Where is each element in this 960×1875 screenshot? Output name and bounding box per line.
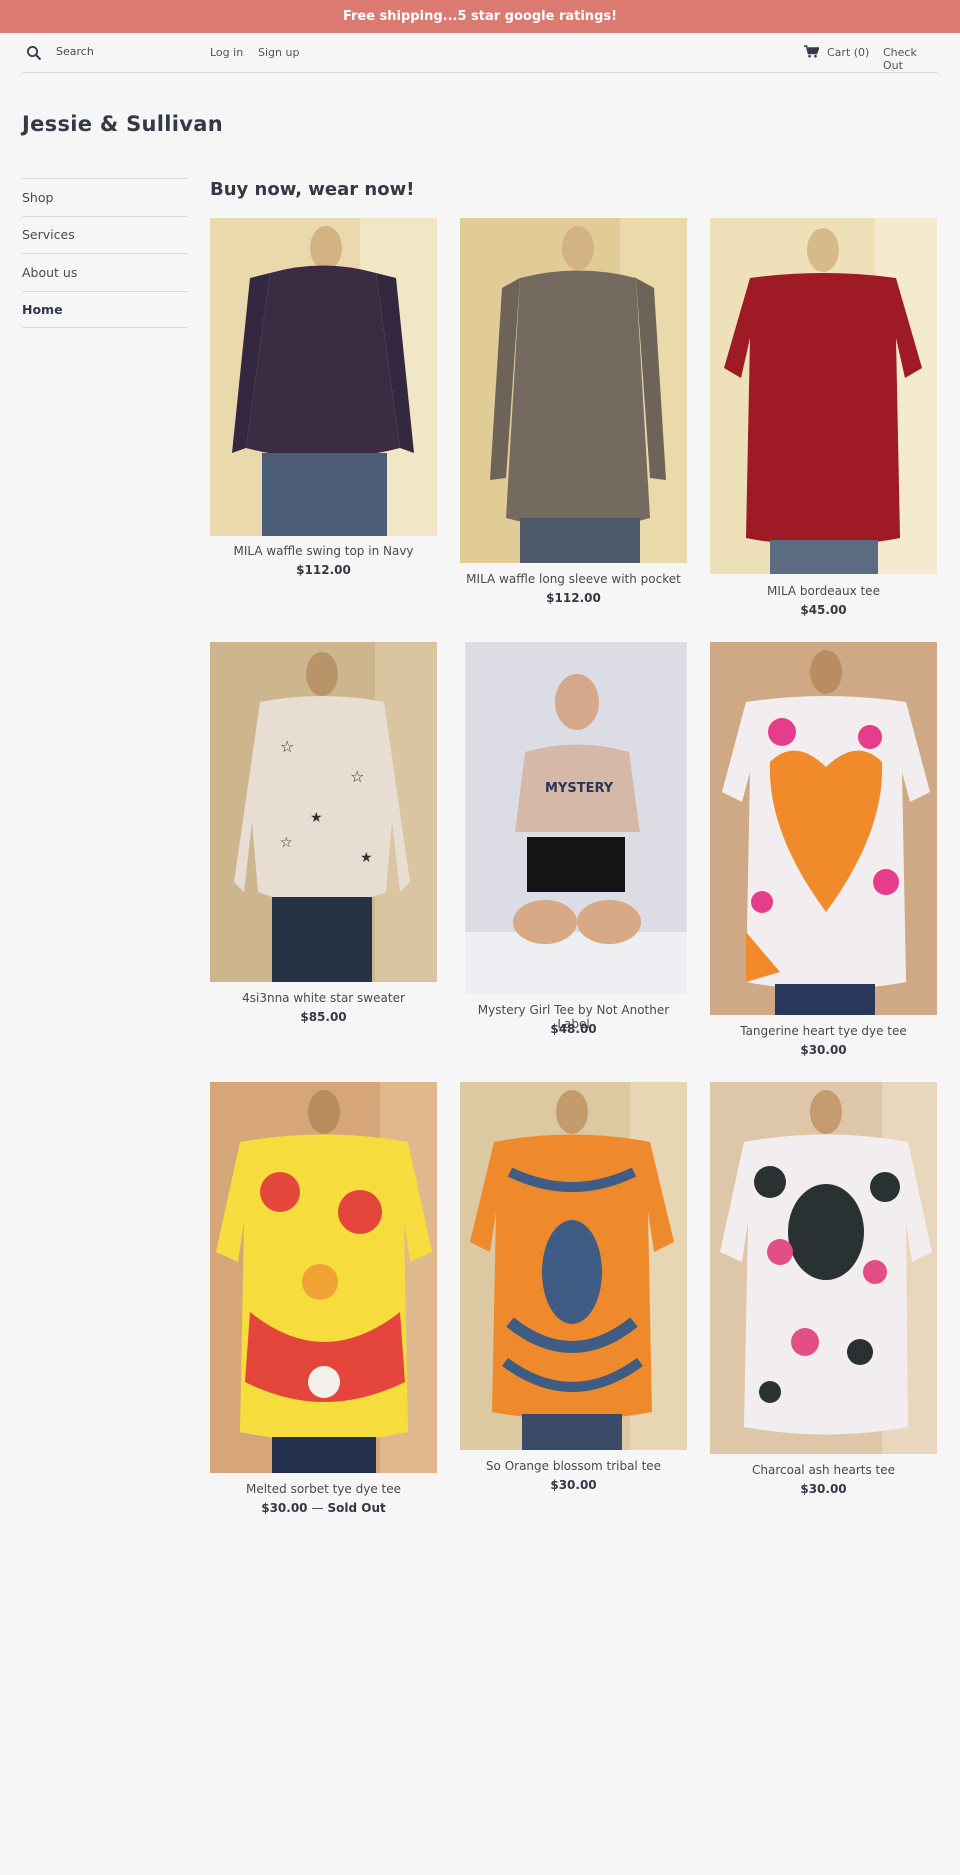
price-value: $48.00 — [550, 1022, 597, 1036]
search-icon[interactable] — [26, 45, 42, 61]
product-title[interactable]: MILA bordeaux tee — [710, 584, 937, 598]
price-value: $30.00 — [800, 1482, 847, 1496]
cart-link[interactable]: Cart (0) — [827, 46, 869, 59]
top-bar: Search Log in Sign up Cart (0) Check Out — [22, 33, 938, 73]
price-value: $45.00 — [800, 603, 847, 617]
announcement-bar: Free shipping...5 star google ratings! — [0, 0, 960, 33]
sidebar-item-services[interactable]: Services — [22, 215, 187, 254]
product-card[interactable]: Tangerine heart tye dye tee $30.00 — [710, 642, 937, 1057]
svg-text:MYSTERY: MYSTERY — [545, 781, 614, 796]
page-title: Buy now, wear now! — [210, 179, 415, 200]
product-card[interactable]: Melted sorbet tye dye tee $30.00— Sold Ou… — [210, 1082, 437, 1522]
svg-text:☆: ☆ — [280, 835, 293, 851]
site-logo[interactable]: Jessie & Sullivan — [22, 112, 223, 136]
signup-link[interactable]: Sign up — [258, 46, 299, 59]
price-value: $30.00 — [800, 1043, 847, 1057]
product-image[interactable] — [210, 218, 437, 536]
price-value: $112.00 — [546, 591, 601, 605]
product-card[interactable]: So Orange blossom tribal tee $30.00 — [460, 1082, 687, 1492]
product-image[interactable] — [210, 1082, 437, 1473]
svg-text:☆: ☆ — [280, 737, 294, 756]
product-image[interactable] — [710, 642, 937, 1015]
product-price: $112.00 — [210, 563, 437, 577]
product-price: $30.00 — [710, 1482, 937, 1496]
product-title[interactable]: 4si3nna white star sweater — [210, 991, 437, 1005]
product-card[interactable]: MYSTERY Mystery Girl Tee by Not Another … — [460, 642, 687, 1037]
price-separator: — — [311, 1501, 324, 1515]
product-price: $85.00 — [210, 1010, 437, 1024]
product-card[interactable]: MILA waffle swing top in Navy $112.00 — [210, 218, 437, 578]
product-price: $45.00 — [710, 603, 937, 617]
checkout-link[interactable]: Check Out — [883, 46, 938, 72]
sold-out-badge: Sold Out — [327, 1501, 386, 1515]
product-price: $30.00— Sold Out — [210, 1501, 437, 1515]
product-title[interactable]: MILA waffle swing top in Navy — [210, 544, 437, 558]
product-title[interactable]: Melted sorbet tye dye tee — [210, 1482, 437, 1496]
search-input[interactable]: Search — [56, 45, 94, 58]
product-image[interactable] — [460, 1082, 687, 1450]
product-title[interactable]: Tangerine heart tye dye tee — [710, 1024, 937, 1038]
svg-text:☆: ☆ — [350, 767, 364, 786]
product-image[interactable]: ☆ ☆ ★ ☆ ★ — [210, 642, 437, 982]
product-price: $30.00 — [460, 1478, 687, 1492]
price-value: $85.00 — [300, 1010, 347, 1024]
price-value: $30.00 — [261, 1501, 308, 1515]
price-value: $30.00 — [550, 1478, 597, 1492]
product-card[interactable]: Charcoal ash hearts tee $30.00 — [710, 1082, 937, 1497]
product-price: $30.00 — [710, 1043, 937, 1057]
product-title[interactable]: Charcoal ash hearts tee — [710, 1463, 937, 1477]
svg-text:★: ★ — [360, 850, 373, 866]
login-link[interactable]: Log in — [210, 46, 243, 59]
product-card[interactable]: MILA waffle long sleeve with pocket $112… — [460, 218, 687, 608]
product-card[interactable]: MILA bordeaux tee $45.00 — [710, 218, 937, 618]
product-card[interactable]: ☆ ☆ ★ ☆ ★ 4si3nna white star sweater $85… — [210, 642, 437, 1024]
product-title[interactable]: So Orange blossom tribal tee — [460, 1459, 687, 1473]
cart-icon[interactable] — [804, 45, 820, 58]
product-title[interactable]: MILA waffle long sleeve with pocket — [460, 572, 687, 586]
product-price: $48.00 — [460, 1022, 687, 1036]
product-image[interactable] — [710, 218, 937, 574]
sidebar-nav: Shop Services About us Home — [22, 178, 187, 328]
sidebar-item-home[interactable]: Home — [22, 290, 187, 328]
sidebar-item-shop[interactable]: Shop — [22, 178, 187, 216]
product-price: $112.00 — [460, 591, 687, 605]
product-image[interactable]: MYSTERY — [465, 642, 687, 994]
product-image[interactable] — [460, 218, 687, 563]
svg-text:★: ★ — [310, 810, 323, 826]
price-value: $112.00 — [296, 563, 351, 577]
product-image[interactable] — [710, 1082, 937, 1454]
sidebar-item-about-us[interactable]: About us — [22, 253, 187, 291]
